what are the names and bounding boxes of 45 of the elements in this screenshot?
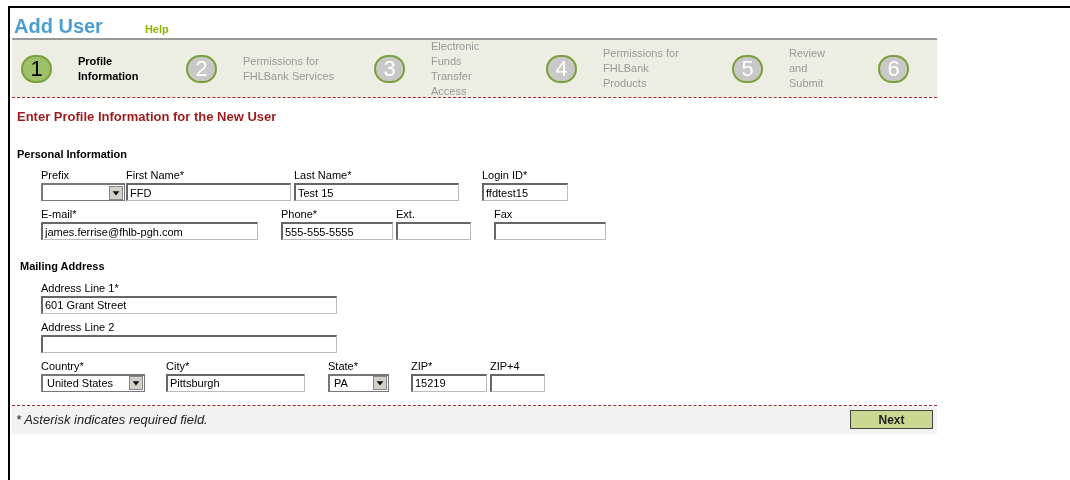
caret-icon (109, 185, 123, 200)
section-title: Mailing Address (19, 259, 106, 274)
field-label: ZIP* (411, 359, 434, 373)
input-field[interactable]: james.ferrise@fhlb-pgh.com (41, 222, 258, 240)
next-button[interactable]: Next (850, 410, 933, 429)
caret-icon (129, 376, 143, 390)
field-label: First Name* (126, 169, 186, 182)
input-field[interactable]: FFD (126, 183, 291, 201)
field-label: Fax (494, 208, 514, 221)
step-label: Profile Information (78, 53, 140, 84)
input-field[interactable]: Test 15 (294, 183, 459, 201)
section-title: Personal Information (16, 146, 129, 162)
field-label: Phone* (281, 208, 319, 221)
input-field[interactable]: 601 Grant Street (41, 295, 337, 314)
caret-icon (373, 376, 387, 390)
field-label: Address Line 2 (41, 320, 116, 334)
input-field[interactable]: Pittsburgh (166, 373, 305, 392)
dropdown[interactable] (41, 183, 125, 201)
page-title: Add User (14, 16, 103, 36)
step-number[interactable]: 1 (21, 54, 52, 83)
input-field[interactable]: 15219 (411, 373, 487, 392)
input-field[interactable]: 555-555-5555 (281, 222, 393, 240)
input-field[interactable]: ffdtest15 (482, 183, 568, 201)
field-label: Login ID* (482, 169, 529, 182)
step-label: Permissions for FHLBank Products (603, 46, 680, 91)
field-label: Address Line 1* (41, 281, 120, 295)
field-label: Prefix (41, 169, 71, 182)
field-label: Last Name* (294, 169, 353, 182)
field-label: E-mail* (41, 208, 78, 221)
input-field[interactable] (494, 222, 606, 240)
field-label: City* (166, 359, 191, 373)
section-heading: Enter Profile Information for the New User (16, 108, 278, 126)
step-label: Review and Submit (789, 46, 827, 91)
input-field[interactable] (396, 222, 471, 240)
dropdown[interactable]: PA (328, 373, 389, 392)
field-label: Ext. (396, 208, 416, 221)
required-note: * Asterisk indicates required field. (16, 410, 208, 429)
dropdown[interactable]: United States (41, 373, 145, 392)
input-field[interactable] (41, 334, 337, 353)
step-label: Electronic Funds Transfer Access (431, 38, 481, 99)
field-label: ZIP+4 (490, 359, 521, 373)
step-label: Permissions for FHLBank Services (243, 53, 335, 84)
input-field[interactable] (490, 373, 545, 392)
field-label: State* (328, 359, 359, 373)
field-label: Country* (41, 359, 85, 373)
